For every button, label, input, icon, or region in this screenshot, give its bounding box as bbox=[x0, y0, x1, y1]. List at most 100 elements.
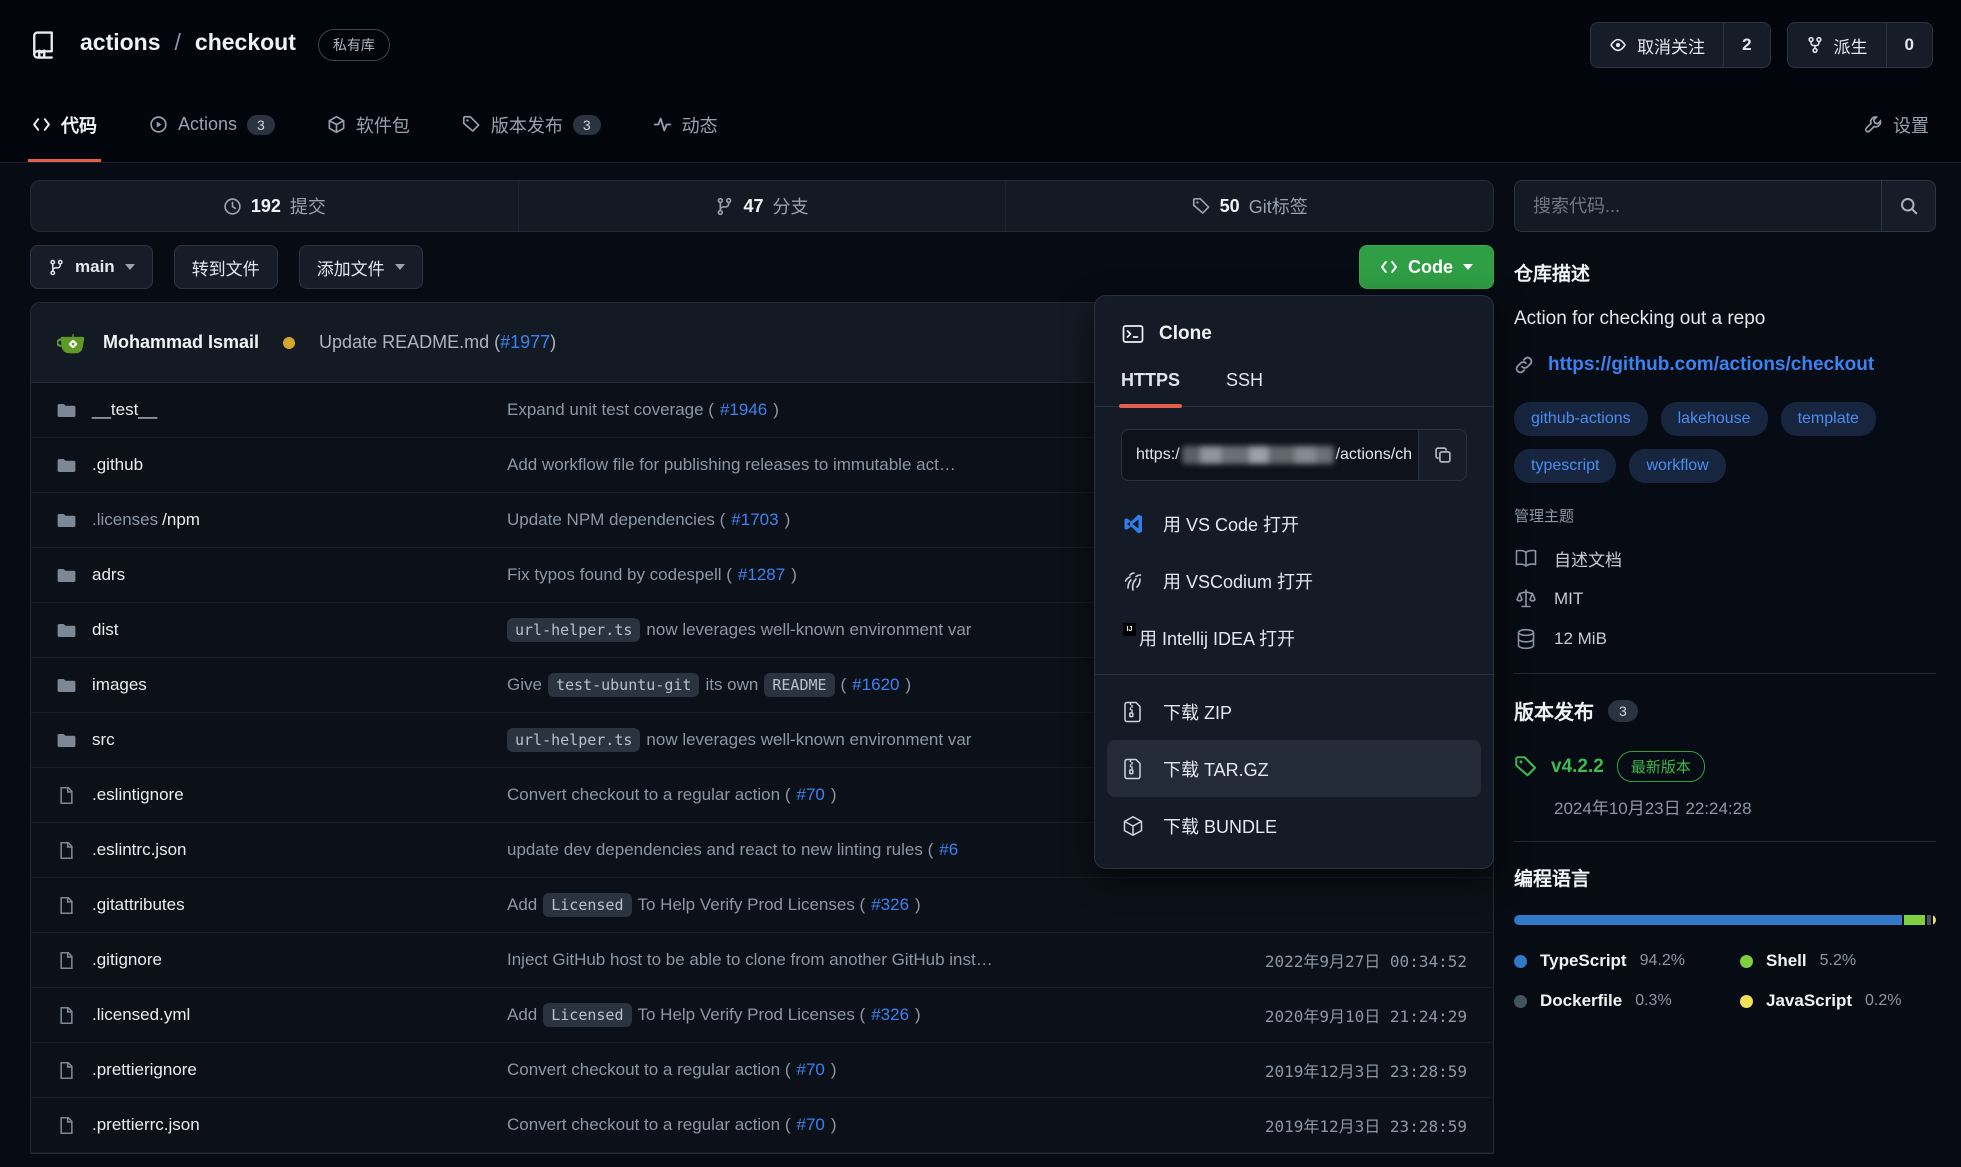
commit-message[interactable]: Add Licensed To Help Verify Prod License… bbox=[507, 1003, 1177, 1027]
add-file-button[interactable]: 添加文件 bbox=[299, 245, 423, 289]
repo-size[interactable]: 12 MiB bbox=[1514, 627, 1936, 651]
copy-url-button[interactable] bbox=[1418, 430, 1466, 480]
commit-message[interactable]: Give test-ubuntu-git its own README (#16… bbox=[507, 673, 1177, 697]
branch-selector[interactable]: main bbox=[30, 245, 153, 289]
file-link[interactable]: .eslintignore bbox=[57, 785, 507, 805]
commit-message[interactable]: Expand unit test coverage (#1946) bbox=[507, 400, 1177, 420]
menu-item[interactable]: 用 VSCodium 打开 bbox=[1095, 552, 1493, 609]
commit-message[interactable]: Fix typos found by codespell (#1287) bbox=[507, 565, 1177, 585]
topic-chip[interactable]: template bbox=[1781, 402, 1876, 436]
issue-link[interactable]: #326 bbox=[871, 1005, 909, 1025]
chevron-down-icon bbox=[395, 264, 405, 270]
language-legend-item[interactable]: Shell5.2% bbox=[1740, 951, 1936, 971]
menu-item[interactable]: 下载 ZIP bbox=[1095, 683, 1493, 740]
folder-link[interactable]: dist bbox=[57, 620, 507, 640]
topic-chip[interactable]: workflow bbox=[1629, 449, 1725, 483]
stat-tags[interactable]: 50Git标签 bbox=[1005, 181, 1493, 231]
issue-link[interactable]: #1703 bbox=[731, 510, 778, 530]
issue-link[interactable]: #1287 bbox=[738, 565, 785, 585]
language-name: JavaScript bbox=[1766, 991, 1852, 1011]
issue-link[interactable]: #326 bbox=[871, 895, 909, 915]
commit-message[interactable]: Add Licensed To Help Verify Prod License… bbox=[507, 893, 1177, 917]
folder-link[interactable]: .github bbox=[57, 455, 507, 475]
folder-link[interactable]: src bbox=[57, 730, 507, 750]
language-bar[interactable] bbox=[1514, 915, 1936, 925]
message-text: Update NPM dependencies ( bbox=[507, 510, 725, 530]
search-button[interactable] bbox=[1881, 181, 1935, 231]
menu-item[interactable]: IJ用 Intellij IDEA 打开 bbox=[1095, 609, 1493, 666]
tab-code[interactable]: 代码 bbox=[28, 90, 101, 162]
tab-https[interactable]: HTTPS bbox=[1121, 370, 1180, 406]
commit-message[interactable]: url-helper.ts now leverages well-known e… bbox=[507, 618, 1177, 642]
avatar[interactable] bbox=[57, 328, 87, 358]
release-version-link[interactable]: v4.2.2 bbox=[1551, 756, 1604, 778]
issue-link[interactable]: #6 bbox=[939, 840, 958, 860]
repo-owner-link[interactable]: actions bbox=[80, 29, 161, 56]
language-legend-item[interactable]: JavaScript0.2% bbox=[1740, 991, 1936, 1011]
releases-title[interactable]: 版本发布 bbox=[1514, 696, 1594, 725]
manage-topics-link[interactable]: 管理主题 bbox=[1514, 505, 1936, 526]
tab-releases[interactable]: 版本发布 3 bbox=[458, 90, 605, 162]
goto-file-button[interactable]: 转到文件 bbox=[174, 245, 278, 289]
language-legend-item[interactable]: TypeScript94.2% bbox=[1514, 951, 1740, 971]
message-text: ) bbox=[785, 510, 791, 530]
commit-message[interactable]: url-helper.ts now leverages well-known e… bbox=[507, 728, 1177, 752]
releases-count-badge: 3 bbox=[573, 115, 601, 135]
fork-button[interactable]: 派生 bbox=[1788, 23, 1886, 67]
fork-count[interactable]: 0 bbox=[1886, 23, 1932, 67]
commit-message[interactable]: update dev dependencies and react to new… bbox=[507, 840, 1177, 860]
topic-chip[interactable]: github-actions bbox=[1514, 402, 1648, 436]
clone-url-input[interactable]: https://actions/ch bbox=[1122, 430, 1418, 480]
readme-link[interactable]: 自述文档 bbox=[1514, 546, 1936, 571]
tab-settings[interactable]: 设置 bbox=[1860, 90, 1933, 162]
folder-link[interactable]: images bbox=[57, 675, 507, 695]
commit-message[interactable]: Convert checkout to a regular action (#7… bbox=[507, 1060, 1177, 1080]
commit-date: 2019年12月3日 23:28:59 bbox=[1177, 1113, 1467, 1137]
menu-item[interactable]: 下载 BUNDLE bbox=[1095, 797, 1493, 854]
repo-name-link[interactable]: checkout bbox=[195, 29, 296, 56]
file-link[interactable]: .gitignore bbox=[57, 950, 507, 970]
file-link[interactable]: .gitattributes bbox=[57, 895, 507, 915]
clone-download-menu: 下载 ZIP下载 TAR.GZ下载 BUNDLE bbox=[1095, 683, 1493, 854]
tab-actions[interactable]: Actions 3 bbox=[145, 90, 279, 162]
file-link[interactable]: .eslintrc.json bbox=[57, 840, 507, 860]
license-link[interactable]: MIT bbox=[1514, 587, 1936, 611]
repo-website[interactable]: https://github.com/actions/checkout bbox=[1514, 354, 1936, 376]
commit-message[interactable]: Convert checkout to a regular action (#7… bbox=[507, 785, 1177, 805]
menu-item[interactable]: 用 VS Code 打开 bbox=[1095, 495, 1493, 552]
folder-link[interactable]: .licenses/npm bbox=[57, 510, 507, 530]
commit-message[interactable]: Add workflow file for publishing release… bbox=[507, 455, 1177, 475]
folder-link[interactable]: __test__ bbox=[57, 400, 507, 420]
issue-link[interactable]: #1977 bbox=[500, 332, 550, 352]
tab-activity[interactable]: 动态 bbox=[649, 90, 722, 162]
unwatch-button[interactable]: 取消关注 bbox=[1591, 23, 1723, 67]
file-link[interactable]: .prettierignore bbox=[57, 1060, 507, 1080]
search-input[interactable] bbox=[1515, 181, 1881, 231]
commit-author[interactable]: Mohammad Ismail bbox=[103, 332, 259, 353]
issue-link[interactable]: #70 bbox=[796, 1060, 824, 1080]
issue-link[interactable]: #1620 bbox=[852, 675, 899, 695]
language-legend-item[interactable]: Dockerfile0.3% bbox=[1514, 991, 1740, 1011]
menu-item[interactable]: 下载 TAR.GZ bbox=[1107, 740, 1481, 797]
tab-ssh[interactable]: SSH bbox=[1226, 370, 1263, 406]
file-link[interactable]: .prettierrc.json bbox=[57, 1115, 507, 1135]
file-link[interactable]: .licensed.yml bbox=[57, 1005, 507, 1025]
topic-chip[interactable]: lakehouse bbox=[1661, 402, 1768, 436]
tab-packages[interactable]: 软件包 bbox=[323, 90, 414, 162]
commit-message[interactable]: Update NPM dependencies ( #1703) bbox=[507, 510, 1177, 530]
message-text: Convert checkout to a regular action ( bbox=[507, 1115, 790, 1135]
message-text: Inject GitHub host to be able to clone f… bbox=[507, 950, 993, 970]
watch-count[interactable]: 2 bbox=[1723, 23, 1769, 67]
commit-message[interactable]: Inject GitHub host to be able to clone f… bbox=[507, 950, 1177, 970]
folder-link[interactable]: adrs bbox=[57, 565, 507, 585]
topic-chip[interactable]: typescript bbox=[1514, 449, 1616, 483]
issue-link[interactable]: #70 bbox=[796, 785, 824, 805]
entry-name: /npm bbox=[162, 510, 200, 530]
code-download-button[interactable]: Code bbox=[1359, 245, 1494, 289]
stat-branches[interactable]: 47分支 bbox=[518, 181, 1006, 231]
stat-commits[interactable]: 192提交 bbox=[31, 181, 518, 231]
issue-link[interactable]: #1946 bbox=[720, 400, 767, 420]
commit-message[interactable]: Convert checkout to a regular action ( #7… bbox=[507, 1115, 1177, 1135]
issue-link[interactable]: #70 bbox=[796, 1115, 824, 1135]
folder-icon bbox=[57, 621, 76, 640]
